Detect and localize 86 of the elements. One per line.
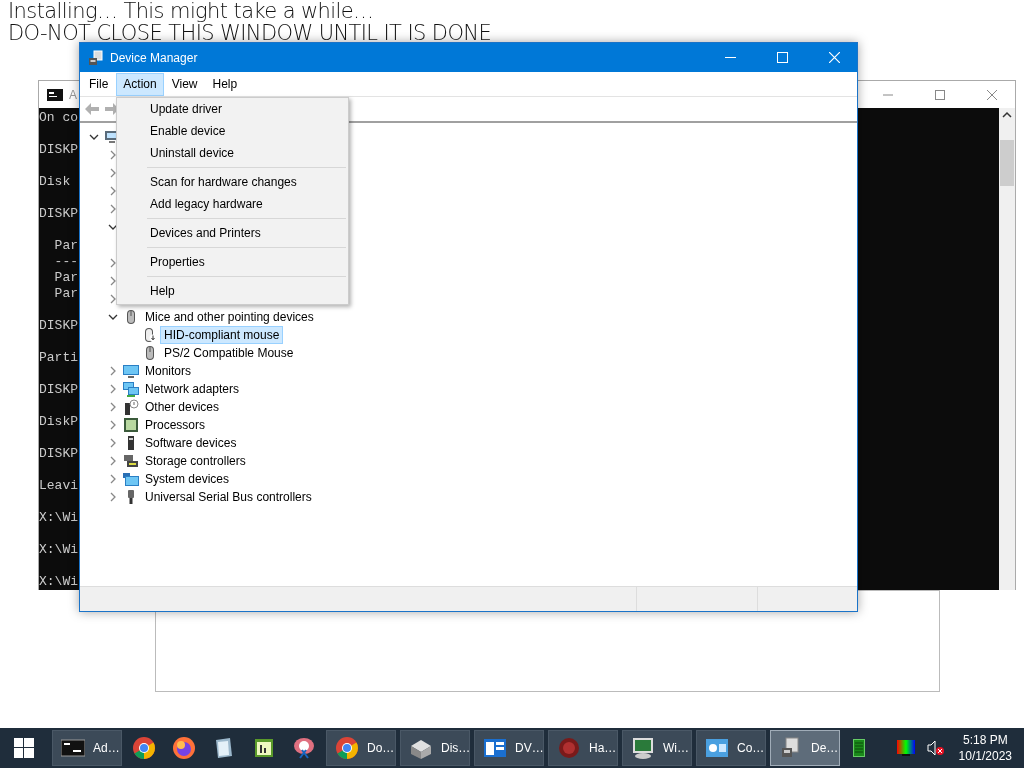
back-arrow-icon[interactable] xyxy=(84,102,100,116)
menu-item[interactable]: Uninstall device xyxy=(117,142,348,164)
close-icon xyxy=(828,52,840,63)
console-line: Par xyxy=(53,270,78,286)
menu-item[interactable]: Devices and Printers xyxy=(117,222,348,244)
chevron-icon[interactable] xyxy=(108,312,118,322)
scrollbar-thumb[interactable] xyxy=(1000,140,1014,186)
menu-item[interactable]: Enable device xyxy=(117,120,348,142)
taskbar-button[interactable]: Ha… xyxy=(548,730,618,766)
fox-browser-icon xyxy=(172,736,196,760)
console-line: DISKP xyxy=(39,382,78,398)
snipping-icon xyxy=(292,736,316,760)
battery-icon[interactable] xyxy=(852,739,865,757)
network-icon xyxy=(123,381,139,397)
tree-item[interactable]: PS/2 Compatible Mouse xyxy=(161,345,297,361)
mouse-icon xyxy=(142,327,158,343)
menu-item[interactable]: View xyxy=(164,72,205,96)
console-line: Parti xyxy=(39,350,78,366)
clock-date: 10/1/2023 xyxy=(958,748,1012,764)
tree-item[interactable]: System devices xyxy=(142,471,233,487)
console-line: DiskP xyxy=(39,414,78,430)
taskbar-button[interactable]: Ad… xyxy=(52,730,122,766)
console-line: X:\Wi xyxy=(39,510,78,526)
console-line: Par xyxy=(53,286,78,302)
chevron-icon[interactable] xyxy=(89,132,99,142)
taskbar-button[interactable]: DV… xyxy=(474,730,544,766)
console-line: DISKP xyxy=(39,142,78,158)
status-message: Installing… This might take a while… xyxy=(8,0,375,22)
maximize-icon xyxy=(935,89,945,100)
device-manager-icon xyxy=(88,49,104,66)
taskbar-button[interactable]: De… xyxy=(770,730,840,766)
seal-icon xyxy=(557,736,581,760)
tree-item[interactable]: Processors xyxy=(142,417,209,433)
taskbar-button[interactable]: Co… xyxy=(696,730,766,766)
tree-item[interactable]: Network adapters xyxy=(142,381,243,397)
window-title: Device Manager xyxy=(110,50,198,65)
browser-icon xyxy=(132,736,156,760)
system-icon xyxy=(123,471,139,487)
tree-item[interactable]: Mice and other pointing devices xyxy=(142,309,317,325)
spreadsheet-icon xyxy=(252,736,276,760)
menu-item[interactable]: Action xyxy=(116,72,164,96)
console-line: DISKP xyxy=(39,206,78,222)
console-line: --- xyxy=(53,254,78,270)
menu-item[interactable]: Help xyxy=(117,280,348,302)
taskbar-button[interactable]: Do… xyxy=(326,730,396,766)
taskbar-button[interactable]: Dis… xyxy=(400,730,470,766)
display-icon[interactable] xyxy=(896,740,915,756)
computer-icon xyxy=(631,736,655,760)
window-icon xyxy=(483,736,507,760)
menu-item[interactable]: Scan for hardware changes xyxy=(117,171,348,193)
chip-icon xyxy=(123,417,139,433)
console-line: Par xyxy=(53,238,78,254)
close-icon xyxy=(987,89,997,100)
console-line: Leavi xyxy=(39,478,78,494)
browser-icon xyxy=(335,736,359,760)
tree-item[interactable]: Other devices xyxy=(142,399,223,415)
menu-item[interactable]: File xyxy=(82,72,116,96)
unknown-device-icon xyxy=(123,399,139,415)
menu-item[interactable]: Help xyxy=(205,72,245,96)
terminal-icon xyxy=(61,738,85,758)
console-line: X:\Wi xyxy=(39,542,78,558)
console-line: Disk xyxy=(39,174,71,190)
menu-item[interactable]: Properties xyxy=(117,251,348,273)
tree-item[interactable]: HID-compliant mouse xyxy=(161,327,283,343)
menu-item[interactable]: Add legacy hardware xyxy=(117,193,348,215)
scrollbar[interactable] xyxy=(999,108,1015,590)
tree-item[interactable]: Universal Serial Bus controllers xyxy=(142,489,315,505)
maximize-icon xyxy=(776,52,788,63)
clock-time: 5:18 PM xyxy=(962,732,1008,748)
muted-speaker-icon[interactable] xyxy=(926,740,945,756)
control-panel-icon xyxy=(705,736,729,760)
menu-item[interactable]: Update driver xyxy=(117,98,348,120)
console-line: DISKP xyxy=(39,446,78,462)
console-line: X:\Wi xyxy=(39,574,78,590)
monitor-icon xyxy=(123,363,139,379)
tree-item[interactable]: Monitors xyxy=(142,363,194,379)
console-line: DISKP xyxy=(39,318,78,334)
tree-item[interactable]: Storage controllers xyxy=(142,453,249,469)
terminal-icon xyxy=(47,88,63,101)
status-message: DO-NOT CLOSE THIS WINDOW UNTIL IT IS DONE xyxy=(8,22,492,44)
tree-item[interactable]: Software devices xyxy=(142,435,240,451)
storage-icon xyxy=(123,453,139,469)
taskbar-button[interactable]: Wi… xyxy=(622,730,692,766)
console-line: On co xyxy=(39,110,78,126)
windows-logo-icon xyxy=(14,738,34,758)
window-title: A xyxy=(69,87,77,102)
